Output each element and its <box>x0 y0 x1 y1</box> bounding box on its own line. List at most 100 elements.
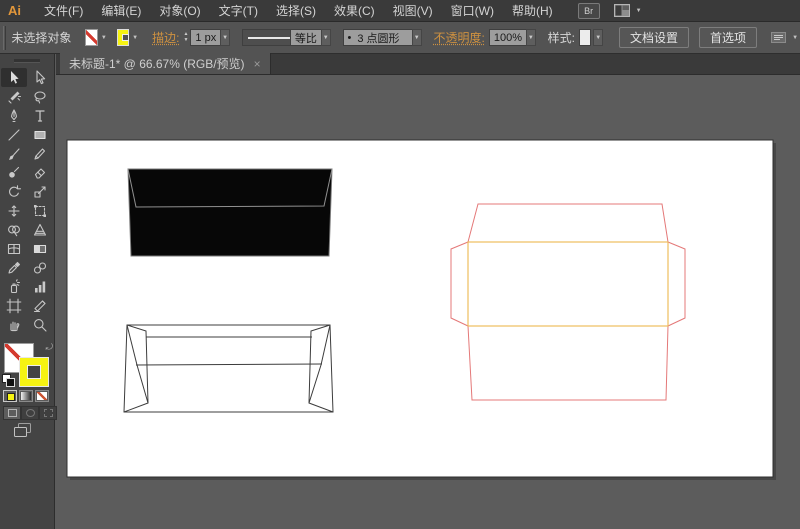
opacity-panel-link[interactable]: 不透明度: <box>434 29 485 46</box>
gradient-mode-button[interactable] <box>19 390 33 402</box>
menu-item[interactable]: 文字(T) <box>210 0 267 22</box>
menu-items: 文件(F)编辑(E)对象(O)文字(T)选择(S)效果(C)视图(V)窗口(W)… <box>35 0 562 22</box>
fill-color-swatch[interactable] <box>85 29 97 46</box>
chevron-down-icon[interactable]: ▼ <box>132 35 138 41</box>
brush-dropdown-button[interactable]: ▼ <box>412 29 422 46</box>
control-panel-menu-button[interactable]: ▼ <box>771 32 800 43</box>
rotate-tool[interactable] <box>1 182 27 201</box>
none-mode-button[interactable] <box>35 390 49 402</box>
pen-tool[interactable] <box>1 106 27 125</box>
selection-tool[interactable] <box>1 68 27 87</box>
menu-item[interactable]: 帮助(H) <box>503 0 562 22</box>
direct-selection-tool[interactable] <box>27 68 53 87</box>
eyedropper-tool[interactable] <box>1 258 27 277</box>
document-setup-button[interactable]: 文档设置 <box>619 27 689 48</box>
brush-bullet-icon: • <box>348 32 352 44</box>
scale-tool[interactable] <box>27 182 53 201</box>
opacity-input[interactable]: 100% <box>489 29 526 46</box>
menu-item[interactable]: 窗口(W) <box>442 0 503 22</box>
bridge-icon[interactable]: Br <box>578 3 600 19</box>
document-tab-bar: 未标题-1* @ 66.67% (RGB/预览) × <box>56 54 800 75</box>
menubar-right: Br ▼ <box>578 3 644 19</box>
line-segment-tool[interactable] <box>1 125 27 144</box>
menu-item[interactable]: 编辑(E) <box>92 0 150 22</box>
rectangle-tool[interactable] <box>27 125 53 144</box>
document-tab-title: 未标题-1* @ 66.67% (RGB/预览) <box>69 55 245 72</box>
slice-tool[interactable] <box>27 296 53 315</box>
style-label: 样式: <box>548 29 575 46</box>
panel-menu-icon <box>771 32 786 43</box>
draw-behind-button[interactable] <box>21 406 39 420</box>
draw-inside-button[interactable] <box>39 406 57 420</box>
control-bar: 未选择对象 ▼ ▼ 描边: ▲▼ 1 px ▼ 等比 ▼ • 3 点圆形 ▼ 不… <box>0 22 800 54</box>
paint-mode-buttons <box>3 390 49 402</box>
blend-tool[interactable] <box>27 258 53 277</box>
shape-builder-tool[interactable] <box>1 220 27 239</box>
document-tab[interactable]: 未标题-1* @ 66.67% (RGB/预览) × <box>60 53 271 74</box>
stroke-swatch-yellow[interactable] <box>19 357 49 387</box>
illustrator-logo: Ai <box>8 3 21 18</box>
width-tool[interactable] <box>1 201 27 220</box>
panel-drag-grip[interactable] <box>14 59 40 63</box>
paintbrush-tool[interactable] <box>1 144 27 163</box>
stroke-profile-select[interactable]: 等比 <box>290 29 321 46</box>
menu-item[interactable]: 文件(F) <box>35 0 92 22</box>
close-icon[interactable]: × <box>254 57 261 71</box>
black-envelope-body[interactable] <box>128 169 332 256</box>
menu-item[interactable]: 选择(S) <box>267 0 325 22</box>
perspective-grid-tool[interactable] <box>27 220 53 239</box>
screen-mode-button[interactable] <box>14 423 34 443</box>
tools-panel: ⤾ <box>0 54 55 529</box>
stroke-width-dropdown-button[interactable]: ▼ <box>220 29 230 46</box>
style-swatch[interactable] <box>579 29 591 46</box>
drawing-mode-switch <box>3 406 57 420</box>
screen-mode-icon <box>14 423 34 438</box>
fill-stroke-indicator: ⤾ <box>0 341 55 391</box>
hand-tool[interactable] <box>1 315 27 334</box>
step-down-icon[interactable]: ▼ <box>183 38 188 43</box>
artwork-layer <box>56 75 800 529</box>
type-tool[interactable] <box>27 106 53 125</box>
workspace-layout-icon <box>614 4 630 17</box>
stroke-width-input[interactable]: 1 px <box>190 29 220 46</box>
stroke-width-stepper[interactable]: ▲▼ <box>183 32 188 43</box>
preferences-button[interactable]: 首选项 <box>699 27 757 48</box>
stroke-line-icon <box>248 37 290 39</box>
stroke-profile-dropdown-button[interactable]: ▼ <box>321 29 331 46</box>
chevron-down-icon: ▼ <box>636 8 642 14</box>
magic-wand-tool[interactable] <box>1 87 27 106</box>
tools-grid <box>1 68 54 334</box>
blob-brush-tool[interactable] <box>1 163 27 182</box>
stroke-profile-preview <box>242 29 290 46</box>
zoom-tool[interactable] <box>27 315 53 334</box>
default-fill-stroke-icon[interactable] <box>2 374 14 386</box>
document-canvas[interactable] <box>56 75 800 529</box>
swap-fill-stroke-icon[interactable]: ⤾ <box>46 342 54 353</box>
brush-definition-select[interactable]: • 3 点圆形 <box>343 29 412 46</box>
free-transform-tool[interactable] <box>27 201 53 220</box>
pencil-tool[interactable] <box>27 144 53 163</box>
panel-grip <box>3 26 6 50</box>
symbol-sprayer-tool[interactable] <box>1 277 27 296</box>
brush-name: 3 点圆形 <box>357 30 399 46</box>
stroke-color-swatch[interactable] <box>117 29 129 46</box>
stroke-panel-link[interactable]: 描边: <box>152 29 179 46</box>
menu-item[interactable]: 对象(O) <box>150 0 209 22</box>
menu-item[interactable]: 效果(C) <box>325 0 384 22</box>
menu-item[interactable]: 视图(V) <box>384 0 442 22</box>
draw-normal-button[interactable] <box>3 406 21 420</box>
column-graph-tool[interactable] <box>27 277 53 296</box>
style-dropdown-button[interactable]: ▼ <box>593 29 603 46</box>
menu-bar: Ai 文件(F)编辑(E)对象(O)文字(T)选择(S)效果(C)视图(V)窗口… <box>0 0 800 22</box>
chevron-down-icon[interactable]: ▼ <box>101 35 107 41</box>
artboard-tool[interactable] <box>1 296 27 315</box>
opacity-dropdown-button[interactable]: ▼ <box>526 29 536 46</box>
no-selection-label: 未选择对象 <box>11 29 71 46</box>
chevron-down-icon: ▼ <box>792 35 798 41</box>
lasso-tool[interactable] <box>27 87 53 106</box>
workspace-switcher-button[interactable]: ▼ <box>614 4 644 17</box>
mesh-tool[interactable] <box>1 239 27 258</box>
eraser-tool[interactable] <box>27 163 53 182</box>
color-mode-button[interactable] <box>3 390 17 402</box>
gradient-tool[interactable] <box>27 239 53 258</box>
